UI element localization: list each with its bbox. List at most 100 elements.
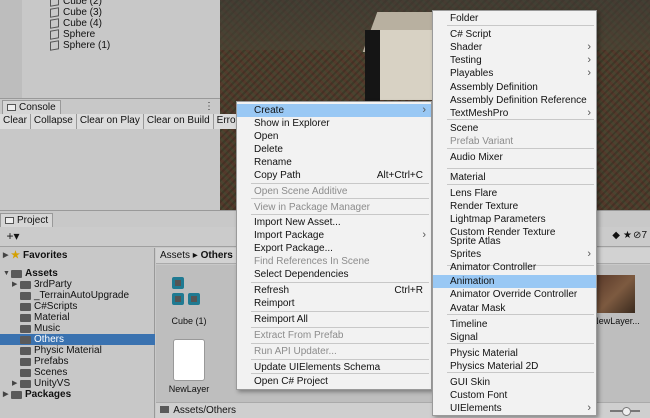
menu-item-select-dependencies[interactable]: Select Dependencies: [237, 268, 431, 281]
menu-item-folder[interactable]: Folder: [433, 12, 596, 25]
menu-item-sprites[interactable]: Sprites ›: [433, 248, 596, 261]
menu-separator: [251, 373, 429, 374]
console-collapse-button[interactable]: Collapse: [30, 114, 77, 129]
menu-item-scene[interactable]: Scene: [433, 122, 596, 135]
menu-item-testing[interactable]: Testing ›: [433, 54, 596, 67]
tree-item-label: Others: [34, 334, 65, 345]
tree-item-scenes[interactable]: Scenes: [0, 367, 67, 378]
project-folder-icon: [5, 217, 14, 224]
favorite-star-icon[interactable]: ★: [623, 230, 632, 241]
menu-item-animator-controller[interactable]: Animator Controller: [433, 261, 596, 274]
chevron-right-icon: ›: [587, 41, 591, 53]
hierarchy-item[interactable]: Cube (2): [50, 0, 102, 7]
hierarchy-item[interactable]: Sphere (1): [50, 40, 110, 51]
menu-item-gui-skin[interactable]: GUI Skin: [433, 376, 596, 389]
asset-item[interactable]: Cube (1): [164, 275, 214, 326]
tree-item-unityvs[interactable]: ▶ UnityVS: [0, 378, 70, 389]
tree-expand-icon[interactable]: ▶: [12, 279, 20, 290]
menu-item-label: Select Dependencies: [254, 269, 349, 280]
breadcrumb-current[interactable]: Others: [201, 250, 233, 261]
hierarchy-item[interactable]: Cube (4): [50, 18, 102, 29]
tree-expand-icon[interactable]: ▶: [3, 250, 11, 261]
menu-item-physic-material[interactable]: Physic Material: [433, 347, 596, 360]
menu-separator: [447, 119, 594, 120]
zoom-slider[interactable]: [610, 407, 640, 416]
tree-item-others[interactable]: Others: [0, 334, 155, 345]
tree-expand-icon[interactable]: ▼: [3, 268, 11, 279]
menu-item-animator-override-controller[interactable]: Animator Override Controller: [433, 288, 596, 301]
menu-item-reimport[interactable]: Reimport: [237, 297, 431, 310]
menu-item-timeline[interactable]: Timeline: [433, 318, 596, 331]
tree-item-packages[interactable]: ▶ Packages: [0, 389, 71, 400]
menu-item-audio-mixer[interactable]: Audio Mixer: [433, 151, 596, 164]
menu-item-render-texture[interactable]: Render Texture: [433, 200, 596, 213]
star-icon: ★: [11, 250, 20, 261]
hierarchy-item[interactable]: Cube (3): [50, 7, 102, 18]
menu-item-export-package-[interactable]: Export Package...: [237, 242, 431, 255]
menu-item-label: Open: [254, 131, 279, 142]
menu-item-import-new-asset-[interactable]: Import New Asset...: [237, 216, 431, 229]
menu-item-open-scene-additive: Open Scene Additive: [237, 185, 431, 198]
asset-label: NewLayer: [168, 384, 210, 394]
menu-item-assembly-definition-reference[interactable]: Assembly Definition Reference: [433, 94, 596, 107]
menu-item-import-package[interactable]: Import Package ›: [237, 229, 431, 242]
menu-item-label: Physics Material 2D: [450, 361, 539, 372]
menu-item-label: Timeline: [450, 319, 488, 330]
menu-separator: [251, 311, 429, 312]
tree-item-3rdparty[interactable]: ▶ 3rdParty: [0, 279, 72, 290]
menu-item-c-script[interactable]: C# Script: [433, 28, 596, 41]
menu-item-show-in-explorer[interactable]: Show in Explorer: [237, 117, 431, 130]
tree-item-label: Prefabs: [34, 356, 69, 367]
project-tab[interactable]: Project: [0, 213, 54, 227]
menu-item-playables[interactable]: Playables ›: [433, 67, 596, 80]
folder-icon: [20, 313, 31, 322]
menu-item-label: Animation: [450, 276, 495, 287]
tree-item--terrainautoupgrade[interactable]: _TerrainAutoUpgrade: [0, 290, 129, 301]
menu-item-lens-flare[interactable]: Lens Flare: [433, 187, 596, 200]
console-kebab-icon[interactable]: ⋮: [204, 101, 214, 112]
menu-item-lightmap-parameters[interactable]: Lightmap Parameters: [433, 213, 596, 226]
menu-item-sprite-atlas[interactable]: Sprite Atlas: [433, 235, 596, 248]
tree-item-favorites[interactable]: ▶ ★ Favorites: [0, 250, 67, 261]
tree-item-assets[interactable]: ▼ Assets: [0, 268, 58, 279]
tree-item-prefabs[interactable]: Prefabs: [0, 356, 68, 367]
tree-item-music[interactable]: Music: [0, 323, 60, 334]
tree-expand-icon[interactable]: ▶: [3, 389, 11, 400]
project-tree: ▶ ★ Favorites ▼ Assets ▶ 3rdParty _TerrainAutoU…: [0, 248, 155, 418]
add-asset-button[interactable]: +▾: [3, 230, 23, 244]
asset-item[interactable]: NewLayer: [164, 339, 214, 394]
menu-item-refresh[interactable]: Refresh Ctrl+R: [237, 284, 431, 297]
console-tab[interactable]: Console: [2, 100, 61, 114]
tree-item-material[interactable]: Material: [0, 312, 70, 323]
menu-item-create[interactable]: Create ›: [237, 104, 431, 117]
menu-item-custom-font[interactable]: Custom Font: [433, 389, 596, 402]
menu-item-shader[interactable]: Shader ›: [433, 41, 596, 54]
menu-item-material[interactable]: Material: [433, 171, 596, 184]
menu-item-delete[interactable]: Delete: [237, 143, 431, 156]
console-clear-on-build-button[interactable]: Clear on Build: [143, 114, 214, 129]
menu-item-open[interactable]: Open: [237, 130, 431, 143]
menu-item-label: Animator Override Controller: [450, 289, 578, 300]
hierarchy-item[interactable]: Sphere: [50, 29, 95, 40]
menu-item-label: Playables: [450, 68, 494, 79]
menu-item-reimport-all[interactable]: Reimport All: [237, 313, 431, 326]
tag-icon[interactable]: ◆: [612, 230, 620, 241]
menu-item-rename[interactable]: Rename: [237, 156, 431, 169]
hidden-count[interactable]: ⊘7: [633, 230, 647, 241]
menu-item-label: Copy Path: [254, 170, 301, 181]
tree-expand-icon[interactable]: ▶: [12, 378, 20, 389]
tree-item-c-scripts[interactable]: C#Scripts: [0, 301, 77, 312]
console-clear-button[interactable]: Clear: [0, 114, 31, 129]
breadcrumb-root[interactable]: Assets: [160, 250, 190, 261]
hierarchy-item-label: Cube (4): [63, 18, 102, 29]
menu-item-run-api-updater-: Run API Updater...: [237, 345, 431, 358]
menu-item-animation[interactable]: Animation: [433, 275, 596, 288]
menu-item-open-c-project[interactable]: Open C# Project: [237, 375, 431, 388]
menu-item-uielements[interactable]: UIElements ›: [433, 402, 596, 415]
menu-item-assembly-definition[interactable]: Assembly Definition: [433, 81, 596, 94]
asset-item[interactable]: NewLayer...: [591, 275, 641, 326]
tree-item-physic-material[interactable]: Physic Material: [0, 345, 102, 356]
menu-item-copy-path[interactable]: Copy Path Alt+Ctrl+C: [237, 169, 431, 182]
console-clear-on-play-button[interactable]: Clear on Play: [76, 114, 144, 129]
menu-item-label: Folder: [450, 13, 479, 24]
